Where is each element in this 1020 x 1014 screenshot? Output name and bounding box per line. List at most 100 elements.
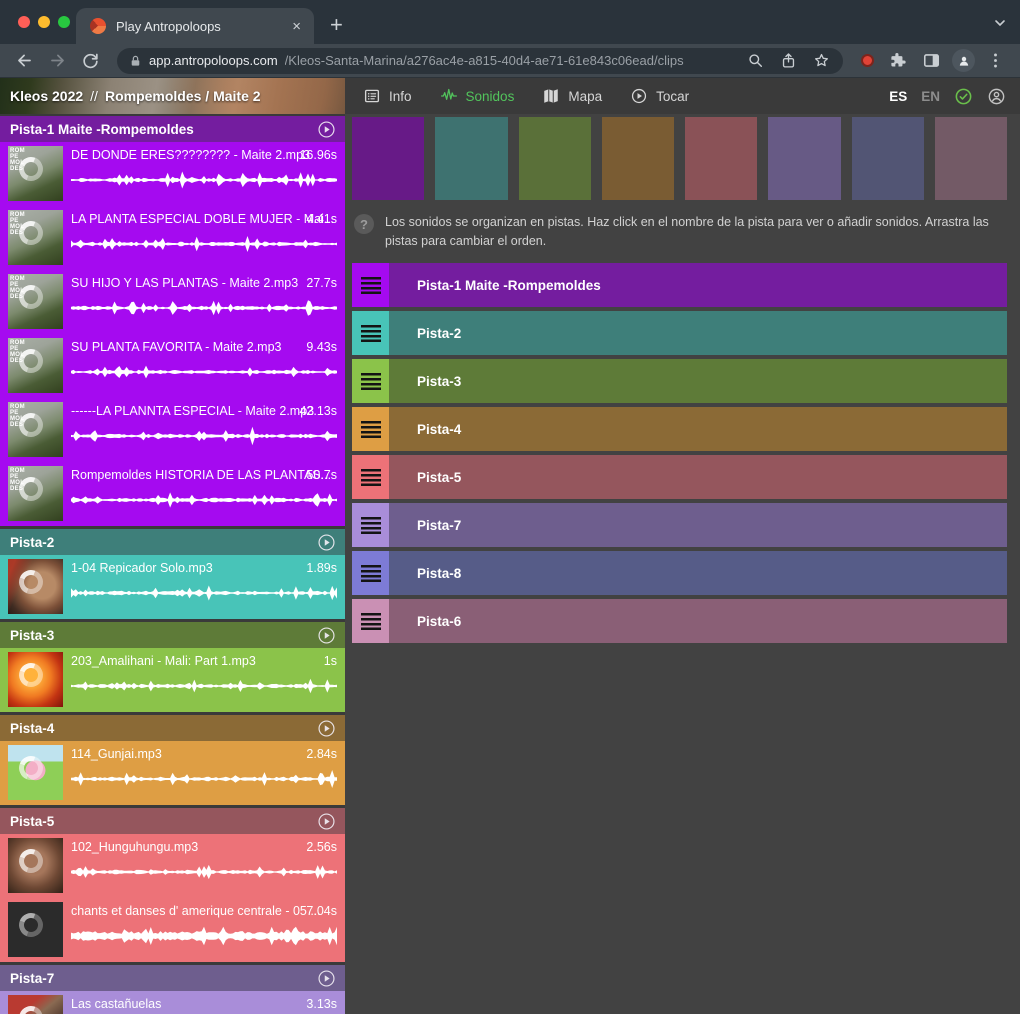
tab-search-chevron-icon[interactable]	[992, 15, 1008, 31]
clip-thumbnail[interactable]	[8, 745, 63, 800]
browser-menu-kebab-icon[interactable]	[986, 51, 1005, 70]
track-row-name-bar[interactable]: Pista-5	[389, 455, 1007, 499]
clip-item[interactable]: ROM PE MOL DES------LA PLANNTA ESPECIAL …	[0, 398, 345, 462]
account-icon[interactable]	[987, 87, 1006, 106]
close-window-button[interactable]	[18, 16, 30, 28]
clip-thumbnail[interactable]	[8, 559, 63, 614]
language-en-button[interactable]: EN	[921, 89, 940, 104]
nav-item-sonidos[interactable]: Sonidos	[440, 87, 515, 105]
sidebar-section-header[interactable]: Pista-2	[0, 529, 345, 555]
play-track-button[interactable]	[317, 533, 336, 552]
clip-waveform[interactable]	[71, 362, 337, 382]
play-track-button[interactable]	[317, 626, 336, 645]
clip-thumbnail[interactable]: ROM PE MOL DES	[8, 146, 63, 201]
clip-waveform[interactable]	[71, 298, 337, 318]
bookmark-star-icon[interactable]	[812, 52, 831, 69]
clip-item[interactable]: Las castañuelas3.13s	[0, 991, 345, 1014]
sidebar-section-header[interactable]: Pista-4	[0, 715, 345, 741]
track-row-name-bar[interactable]: Pista-6	[389, 599, 1007, 643]
sidebar-section-header[interactable]: Pista-3	[0, 622, 345, 648]
track-row-pista-2[interactable]: Pista-2	[352, 311, 1007, 355]
clip-waveform[interactable]	[71, 862, 337, 882]
clip-item[interactable]: ROM PE MOL DESLA PLANTA ESPECIAL DOBLE M…	[0, 206, 345, 270]
clip-waveform[interactable]	[71, 583, 337, 603]
clip-thumbnail[interactable]: ROM PE MOL DES	[8, 402, 63, 457]
track-row-pista-6[interactable]: Pista-6	[352, 599, 1007, 643]
sidebar-track-name[interactable]: Pista-3	[10, 628, 317, 643]
lock-icon[interactable]	[129, 54, 142, 68]
track-row-name-bar[interactable]: Pista-3	[389, 359, 1007, 403]
clip-thumbnail[interactable]	[8, 652, 63, 707]
clip-item[interactable]: ROM PE MOL DESSU PLANTA FAVORITA - Maite…	[0, 334, 345, 398]
clip-waveform[interactable]	[71, 234, 337, 254]
track-row-name-bar[interactable]: Pista-4	[389, 407, 1007, 451]
clip-item[interactable]: 114_Gunjai.mp32.84s	[0, 741, 345, 805]
clip-thumbnail[interactable]	[8, 995, 63, 1014]
extensions-puzzle-icon[interactable]	[889, 51, 908, 70]
track-row-name-bar[interactable]: Pista-8	[389, 551, 1007, 595]
new-tab-button[interactable]: +	[330, 14, 343, 36]
track-row-pista-1[interactable]: Pista-1 Maite -Rompemoldes	[352, 263, 1007, 307]
clip-item[interactable]: ROM PE MOL DESSU HIJO Y LAS PLANTAS - Ma…	[0, 270, 345, 334]
breadcrumb-project[interactable]: Kleos 2022	[10, 88, 83, 104]
back-icon[interactable]	[15, 51, 34, 70]
nav-item-tocar[interactable]: Tocar	[630, 87, 689, 105]
track-row-pista-4[interactable]: Pista-4	[352, 407, 1007, 451]
nav-item-info[interactable]: Info	[363, 87, 412, 105]
drag-handle[interactable]	[352, 359, 389, 403]
minimize-window-button[interactable]	[38, 16, 50, 28]
reload-icon[interactable]	[81, 51, 100, 70]
tab-close-icon[interactable]: ×	[287, 17, 306, 36]
sidebar-track-name[interactable]: Pista-5	[10, 814, 317, 829]
sidebar-track-name[interactable]: Pista-7	[10, 971, 317, 986]
clip-thumbnail[interactable]	[8, 838, 63, 893]
sidebar-section-header[interactable]: Pista-7	[0, 965, 345, 991]
clip-thumbnail[interactable]: ROM PE MOL DES	[8, 338, 63, 393]
play-track-button[interactable]	[317, 120, 336, 139]
clip-waveform[interactable]	[71, 426, 337, 446]
play-track-button[interactable]	[317, 969, 336, 988]
language-es-button[interactable]: ES	[889, 89, 907, 104]
recording-extension-icon[interactable]	[861, 54, 874, 67]
side-panel-icon[interactable]	[922, 51, 941, 70]
clip-waveform[interactable]	[71, 769, 337, 789]
drag-handle[interactable]	[352, 311, 389, 355]
track-row-pista-5[interactable]: Pista-5	[352, 455, 1007, 499]
clip-waveform[interactable]	[71, 676, 337, 696]
clip-item[interactable]: ROM PE MOL DESRompemoldes HISTORIA DE LA…	[0, 462, 345, 526]
profile-avatar[interactable]	[952, 49, 975, 72]
address-bar[interactable]: app.antropoloops.com/Kleos-Santa-Marina/…	[117, 48, 843, 74]
track-row-name-bar[interactable]: Pista-7	[389, 503, 1007, 547]
fullscreen-window-button[interactable]	[58, 16, 70, 28]
drag-handle[interactable]	[352, 455, 389, 499]
sidebar-section-header[interactable]: Pista-5	[0, 808, 345, 834]
drag-handle[interactable]	[352, 263, 389, 307]
forward-icon[interactable]	[48, 51, 67, 70]
clip-waveform[interactable]	[71, 926, 337, 946]
clip-waveform[interactable]	[71, 490, 337, 510]
clip-thumbnail[interactable]: ROM PE MOL DES	[8, 274, 63, 329]
sidebar-section-header[interactable]: Pista-1 Maite -Rompemoldes	[0, 116, 345, 142]
clip-thumbnail[interactable]: ROM PE MOL DES	[8, 466, 63, 521]
clip-item[interactable]: 102_Hunguhungu.mp32.56s	[0, 834, 345, 898]
breadcrumb[interactable]: Kleos 2022//Rompemoldes / Maite 2	[10, 88, 261, 104]
clip-waveform[interactable]	[71, 170, 337, 190]
share-icon[interactable]	[779, 52, 798, 69]
drag-handle[interactable]	[352, 551, 389, 595]
sidebar-track-name[interactable]: Pista-2	[10, 535, 317, 550]
drag-handle[interactable]	[352, 407, 389, 451]
browser-tab[interactable]: Play Antropoloops ×	[76, 8, 314, 44]
play-track-button[interactable]	[317, 719, 336, 738]
clip-item[interactable]: ROM PE MOL DESDE DONDE ERES???????? - Ma…	[0, 142, 345, 206]
track-row-pista-3[interactable]: Pista-3	[352, 359, 1007, 403]
play-track-button[interactable]	[317, 812, 336, 831]
clip-item[interactable]: chants et danses d' amerique centrale - …	[0, 898, 345, 962]
sidebar-track-name[interactable]: Pista-1 Maite -Rompemoldes	[10, 122, 317, 137]
clip-item[interactable]: 203_Amalihani - Mali: Part 1.mp31s	[0, 648, 345, 712]
track-row-pista-7[interactable]: Pista-7	[352, 503, 1007, 547]
nav-item-mapa[interactable]: Mapa	[542, 87, 602, 105]
track-row-name-bar[interactable]: Pista-2	[389, 311, 1007, 355]
track-row-name-bar[interactable]: Pista-1 Maite -Rompemoldes	[389, 263, 1007, 307]
drag-handle[interactable]	[352, 599, 389, 643]
sidebar-track-name[interactable]: Pista-4	[10, 721, 317, 736]
